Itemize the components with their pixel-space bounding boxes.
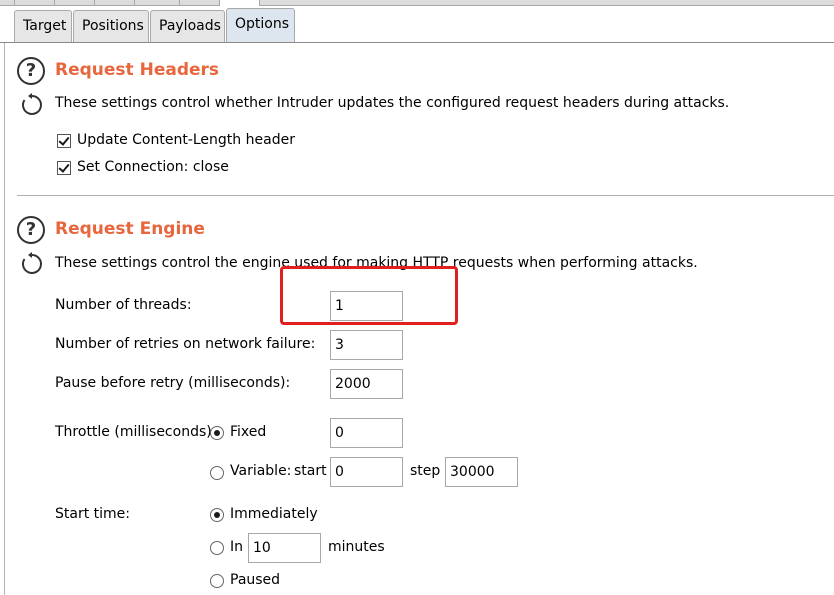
help-icon[interactable]: ?: [17, 57, 45, 85]
help-icon[interactable]: ?: [17, 216, 45, 244]
tab-positions[interactable]: Positions: [73, 10, 149, 43]
tab-target[interactable]: Target: [14, 10, 72, 43]
start-in-label[interactable]: In: [230, 539, 243, 555]
start-immediately-label[interactable]: Immediately: [230, 506, 318, 522]
throttle-fixed-input[interactable]: [330, 418, 403, 448]
throttle-variable-label[interactable]: Variable:: [230, 463, 291, 479]
section-title-request-engine: Request Engine: [55, 219, 205, 239]
throttle-step-label: step: [410, 463, 441, 479]
refresh-icon[interactable]: [19, 251, 45, 277]
pause-label: Pause before retry (milliseconds):: [55, 375, 291, 391]
tab-options[interactable]: Options: [226, 8, 295, 43]
retries-input[interactable]: [330, 330, 403, 360]
throttle-label: Throttle (milliseconds):: [55, 424, 217, 440]
pause-input[interactable]: [330, 369, 403, 399]
threads-input[interactable]: [330, 291, 403, 321]
throttle-start-input[interactable]: [330, 457, 403, 487]
set-connection-close-checkbox[interactable]: [57, 161, 71, 175]
start-in-radio[interactable]: [210, 541, 224, 555]
throttle-start-label: start: [294, 463, 327, 479]
throttle-variable-radio[interactable]: [210, 466, 224, 480]
minutes-label: minutes: [328, 539, 385, 555]
throttle-fixed-label[interactable]: Fixed: [230, 424, 266, 440]
threads-label: Number of threads:: [55, 297, 192, 313]
set-connection-close-label[interactable]: Set Connection: close: [77, 159, 229, 175]
tab-bar: Target Positions Payloads Options: [0, 6, 834, 43]
section-description-request-engine: These settings control the engine used f…: [55, 255, 698, 271]
start-paused-radio[interactable]: [210, 574, 224, 588]
throttle-fixed-radio[interactable]: [210, 426, 224, 440]
section-divider: [17, 195, 834, 196]
section-description-request-headers: These settings control whether Intruder …: [55, 95, 730, 111]
update-content-length-checkbox[interactable]: [57, 134, 71, 148]
throttle-step-input[interactable]: [445, 457, 518, 487]
section-title-request-headers: Request Headers: [55, 60, 220, 80]
refresh-icon[interactable]: [19, 92, 45, 118]
tab-payloads[interactable]: Payloads: [150, 10, 225, 43]
retries-label: Number of retries on network failure:: [55, 336, 316, 352]
start-in-minutes-input[interactable]: [248, 533, 321, 563]
update-content-length-label[interactable]: Update Content-Length header: [77, 132, 295, 148]
start-paused-label[interactable]: Paused: [230, 572, 280, 588]
start-immediately-radio[interactable]: [210, 508, 224, 522]
start-time-label: Start time:: [55, 506, 130, 522]
